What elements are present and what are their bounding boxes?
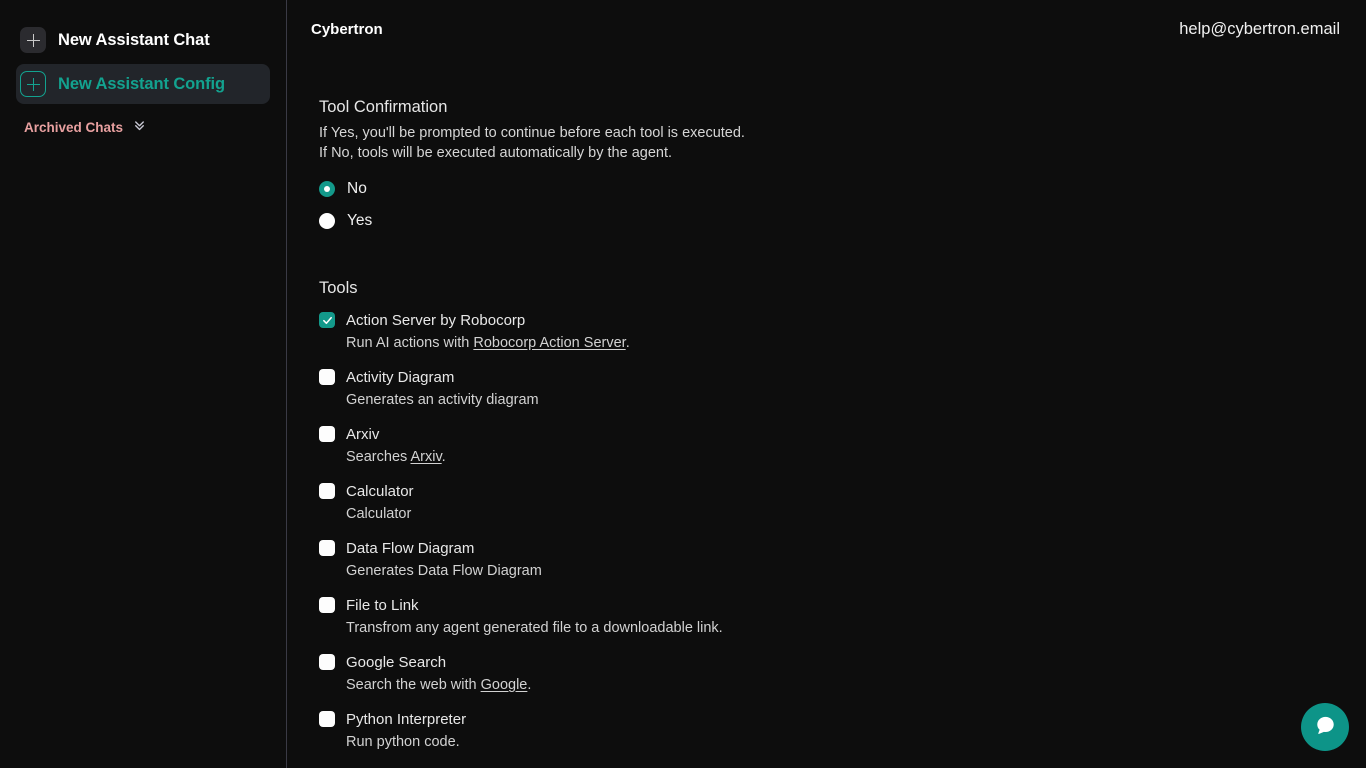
checkbox-unchecked-icon[interactable] — [319, 483, 335, 499]
radio-label: Yes — [347, 212, 373, 229]
plus-icon — [20, 27, 46, 53]
tool-item: File to Link Transfrom any agent generate… — [319, 595, 1366, 636]
tool-confirmation-description-line-2: If No, tools will be executed automatica… — [319, 145, 673, 161]
tool-row[interactable]: Arxiv — [319, 424, 1366, 444]
archived-chats-label: Archived Chats — [24, 119, 124, 135]
sidebar-item-label: New Assistant Chat — [58, 30, 210, 49]
checkbox-unchecked-icon[interactable] — [319, 597, 335, 613]
tool-description-text: Run AI actions with — [346, 335, 474, 351]
config-content: Tool Confirmation If Yes, you'll be prom… — [287, 58, 1366, 768]
tool-name: Python Interpreter — [346, 710, 467, 728]
sidebar-item-new-assistant-config[interactable]: New Assistant Config — [16, 64, 270, 104]
tools-heading: Tools — [319, 279, 358, 297]
tool-item: Arxiv Searches Arxiv. — [319, 424, 1366, 465]
tool-item: Activity Diagram Generates an activity di… — [319, 367, 1366, 408]
tool-name: Calculator — [346, 482, 414, 500]
tool-description-text: Run python code. — [346, 734, 460, 750]
tool-confirmation-section: Tool Confirmation If Yes, you'll be prom… — [319, 98, 1366, 237]
tool-description: Transfrom any agent generated file to a … — [346, 620, 1366, 636]
tool-name: Data Flow Diagram — [346, 539, 475, 557]
tool-description-text: Searches — [346, 449, 411, 465]
archived-chats-toggle[interactable]: Archived Chats — [24, 117, 286, 137]
sidebar-item-label: New Assistant Config — [58, 74, 225, 93]
tools-section: Tools Action Server by Robocorp Run AI ac… — [319, 279, 1366, 768]
tool-description-text: Generates an activity diagram — [346, 392, 539, 408]
checkbox-unchecked-icon[interactable] — [319, 369, 335, 385]
tool-row[interactable]: Activity Diagram — [319, 367, 1366, 387]
tool-item: Calculator Calculator — [319, 481, 1366, 522]
tool-item: Google Search Search the web with Google. — [319, 652, 1366, 693]
tool-description: Calculator — [346, 506, 1366, 522]
tool-description-suffix: . — [527, 677, 532, 693]
chat-bubble-icon — [1315, 715, 1336, 739]
app-title: Cybertron — [311, 20, 383, 38]
account-email[interactable]: help@cybertron.email — [1179, 20, 1340, 39]
chevrons-down-icon — [132, 117, 147, 137]
tool-description: Search the web with Google. — [346, 677, 1366, 693]
tool-description-text: Generates Data Flow Diagram — [346, 563, 542, 579]
tool-item: Action Server by Robocorp Run AI actions … — [319, 310, 1366, 351]
tool-row[interactable]: Python Interpreter — [319, 709, 1366, 729]
checkbox-checked-icon[interactable] — [319, 312, 335, 328]
radio-unselected-icon — [319, 213, 335, 229]
tool-description-text: Calculator — [346, 506, 412, 522]
checkbox-unchecked-icon[interactable] — [319, 426, 335, 442]
tool-confirmation-description-line-1: If Yes, you'll be prompted to continue b… — [319, 125, 745, 141]
tool-confirmation-radio-group: No Yes — [319, 173, 1366, 237]
tool-name: File to Link — [346, 596, 419, 614]
tool-description: Run AI actions with Robocorp Action Serv… — [346, 335, 1366, 351]
tool-description-text: Search the web with — [346, 677, 481, 693]
radio-option-yes[interactable]: Yes — [319, 205, 1366, 237]
tool-row[interactable]: Action Server by Robocorp — [319, 310, 1366, 330]
sidebar-item-new-assistant-chat[interactable]: New Assistant Chat — [16, 20, 270, 60]
main-panel: Cybertron help@cybertron.email Tool Conf… — [287, 0, 1366, 768]
tools-list: Action Server by Robocorp Run AI actions … — [319, 310, 1366, 768]
tool-item: Python Interpreter Run python code. — [319, 709, 1366, 750]
tool-description-link[interactable]: Robocorp Action Server — [473, 335, 625, 351]
radio-selected-icon — [319, 181, 335, 197]
tool-description-suffix: . — [441, 449, 446, 465]
app-root: New Assistant Chat New Assistant Config … — [0, 0, 1366, 768]
tool-item: Data Flow Diagram Generates Data Flow Dia… — [319, 538, 1366, 579]
chat-fab-button[interactable] — [1301, 703, 1349, 751]
tool-name: Google Search — [346, 653, 447, 671]
tool-name: Action Server by Robocorp — [346, 311, 526, 329]
top-bar: Cybertron help@cybertron.email — [287, 0, 1366, 58]
radio-label: No — [347, 180, 367, 197]
tool-row[interactable]: Google Search — [319, 652, 1366, 672]
tool-row[interactable]: Calculator — [319, 481, 1366, 501]
tool-description: Generates Data Flow Diagram — [346, 563, 1366, 579]
tool-description-suffix: . — [625, 335, 630, 351]
tool-description-link[interactable]: Google — [481, 677, 528, 693]
tool-name: Activity Diagram — [346, 368, 455, 386]
plus-icon — [20, 71, 46, 97]
radio-option-no[interactable]: No — [319, 173, 1366, 205]
tool-description-text: Transfrom any agent generated file to a … — [346, 620, 723, 636]
tool-name: Arxiv — [346, 425, 380, 443]
tool-description: Searches Arxiv. — [346, 449, 1366, 465]
sidebar: New Assistant Chat New Assistant Config … — [0, 0, 287, 768]
tool-confirmation-title: Tool Confirmation — [319, 98, 448, 116]
checkbox-unchecked-icon[interactable] — [319, 654, 335, 670]
tool-description: Run python code. — [346, 734, 1366, 750]
tool-description-link[interactable]: Arxiv — [411, 449, 442, 465]
tool-description: Generates an activity diagram — [346, 392, 1366, 408]
tool-row[interactable]: Data Flow Diagram — [319, 538, 1366, 558]
tool-row[interactable]: File to Link — [319, 595, 1366, 615]
checkbox-unchecked-icon[interactable] — [319, 711, 335, 727]
checkbox-unchecked-icon[interactable] — [319, 540, 335, 556]
